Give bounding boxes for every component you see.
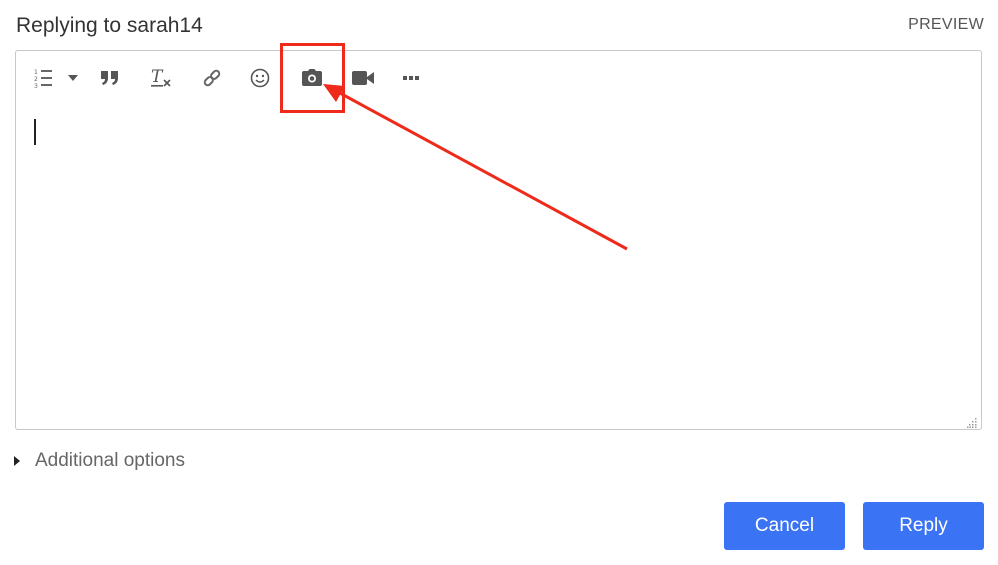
emoji-button[interactable] [245, 63, 275, 93]
numbered-list-button[interactable]: 1 2 3 [29, 63, 59, 93]
svg-text:T: T [151, 67, 164, 87]
emoji-icon [249, 67, 271, 89]
more-icon [402, 75, 420, 81]
additional-options-toggle[interactable]: Additional options [14, 450, 185, 472]
svg-text:3: 3 [34, 83, 38, 89]
resize-handle-icon[interactable] [967, 415, 977, 428]
list-dropdown-button[interactable] [62, 63, 84, 93]
video-icon [351, 69, 375, 87]
text-caret [34, 119, 36, 145]
rich-text-editor[interactable]: 1 2 3 T [15, 50, 982, 430]
reply-button[interactable]: Reply [863, 502, 984, 550]
quote-icon [99, 69, 121, 87]
svg-text:1: 1 [34, 69, 38, 76]
disclosure-triangle-icon [14, 456, 20, 466]
numbered-list-icon: 1 2 3 [33, 67, 55, 89]
preview-link[interactable]: PREVIEW [908, 16, 984, 34]
insert-link-button[interactable] [197, 63, 227, 93]
svg-text:2: 2 [34, 76, 38, 83]
additional-options-label: Additional options [35, 450, 185, 471]
insert-video-button[interactable] [348, 63, 378, 93]
chevron-down-icon [68, 75, 78, 81]
cancel-button[interactable]: Cancel [724, 502, 845, 550]
insert-photo-button[interactable] [297, 63, 327, 93]
camera-icon [300, 68, 324, 88]
reply-body-input[interactable] [34, 119, 964, 409]
editor-toolbar: 1 2 3 T [16, 51, 981, 103]
page-title: Replying to sarah14 [16, 14, 203, 37]
blockquote-button[interactable] [95, 63, 125, 93]
clear-formatting-icon: T [149, 67, 173, 89]
more-options-button[interactable] [396, 63, 426, 93]
link-icon [201, 67, 223, 89]
clear-formatting-button[interactable]: T [146, 63, 176, 93]
